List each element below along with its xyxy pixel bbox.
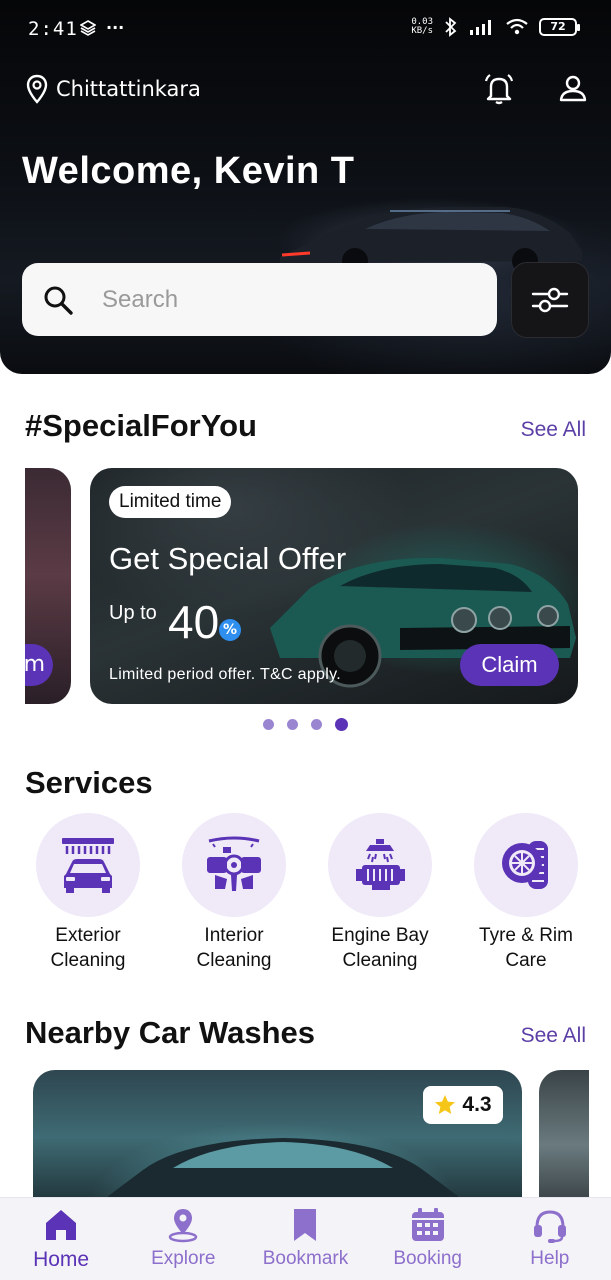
nav-explore[interactable]: Explore — [122, 1198, 244, 1270]
rating-badge: 4.3 — [423, 1086, 503, 1124]
service-icon-container — [36, 813, 140, 917]
status-bar: 2:41 ··· 0.03 KB/s 72 — [0, 0, 611, 60]
nav-label: Help — [530, 1248, 570, 1269]
offer-card-previous[interactable]: m — [25, 468, 71, 704]
nearby-section-title: Nearby Car Washes — [25, 1015, 316, 1050]
service-interior-cleaning[interactable]: Interior Cleaning — [168, 813, 300, 973]
service-icon-container — [182, 813, 286, 917]
interior-cleaning-icon — [207, 836, 261, 891]
welcome-heading: Welcome, Kevin T — [22, 150, 355, 192]
percent-badge-icon: % — [219, 619, 241, 641]
carousel-dot[interactable] — [311, 719, 322, 730]
service-label: Engine Bay Cleaning — [331, 925, 429, 971]
nav-home[interactable]: Home — [0, 1198, 122, 1272]
nearby-see-all-link[interactable]: See All — [521, 1024, 586, 1048]
status-system-icons: 0.03 KB/s 72 — [411, 17, 580, 37]
net-speed: 0.03 KB/s — [411, 18, 433, 36]
star-icon — [435, 1095, 456, 1114]
wifi-icon — [506, 18, 528, 35]
headset-icon — [533, 1210, 566, 1243]
hero-header: 2:41 ··· 0.03 KB/s 72 Chittattinkara Wel… — [0, 0, 611, 374]
search-icon — [44, 286, 73, 315]
service-exterior-cleaning[interactable]: Exterior Cleaning — [22, 813, 154, 973]
service-icon-container — [328, 813, 432, 917]
services-section-title: Services — [25, 765, 153, 800]
location-pin-icon — [26, 74, 48, 104]
special-section-title: #SpecialForYou — [25, 408, 257, 443]
limited-time-badge: Limited time — [109, 486, 232, 518]
explore-location-icon — [169, 1209, 198, 1243]
service-label: Exterior Cleaning — [50, 925, 126, 971]
services-list: Exterior Cleaning Interior Cleaning Engi… — [22, 813, 592, 973]
more-icon: ··· — [106, 18, 125, 37]
calendar-icon — [411, 1208, 444, 1241]
special-see-all-link[interactable]: See All — [521, 418, 586, 442]
nav-help[interactable]: Help — [489, 1198, 611, 1270]
offer-card[interactable]: Limited time Get Special Offer Up to 40 … — [90, 468, 578, 704]
nav-label: Explore — [151, 1248, 216, 1269]
nav-bookmark[interactable]: Bookmark — [244, 1198, 366, 1270]
bottom-navigation: Home Explore Bookmark Booking Help — [0, 1197, 611, 1280]
search-bar[interactable] — [22, 263, 497, 336]
status-time: 2:41 — [28, 18, 78, 40]
offer-title: Get Special Offer — [109, 541, 347, 576]
exterior-wash-icon — [62, 838, 114, 893]
service-engine-bay-cleaning[interactable]: Engine Bay Cleaning — [314, 813, 446, 973]
signal-icon — [470, 20, 491, 35]
claim-button[interactable]: Claim — [460, 644, 559, 686]
location-name: Chittattinkara — [56, 77, 201, 101]
service-tyre-rim-care[interactable]: Tyre & Rim Care — [460, 813, 592, 973]
service-label: Tyre & Rim Care — [479, 925, 573, 971]
tyre-rim-icon — [502, 841, 548, 889]
offer-percent-value: 40 — [168, 596, 220, 648]
net-speed-unit: KB/s — [411, 26, 433, 36]
layers-icon — [80, 19, 96, 36]
nav-label: Home — [33, 1248, 90, 1271]
status-notification-icons: ··· — [80, 18, 124, 37]
carousel-dot-active[interactable] — [335, 718, 348, 731]
filter-button[interactable] — [511, 262, 589, 338]
claim-button-peek[interactable]: m — [25, 644, 53, 686]
offer-terms-note: Limited period offer. T&C apply. — [109, 666, 341, 683]
carousel-dot[interactable] — [263, 719, 274, 730]
engine-cleaning-icon — [356, 839, 405, 890]
carousel-dot[interactable] — [287, 719, 298, 730]
service-label: Interior Cleaning — [196, 925, 272, 971]
nav-label: Bookmark — [262, 1248, 349, 1269]
notification-bell-icon[interactable] — [482, 72, 516, 106]
location-selector[interactable]: Chittattinkara — [26, 74, 201, 104]
filter-sliders-icon — [531, 287, 569, 313]
nav-booking[interactable]: Booking — [367, 1198, 489, 1270]
carousel-dots — [263, 718, 348, 731]
bookmark-icon — [294, 1209, 317, 1241]
rating-value: 4.3 — [462, 1093, 492, 1116]
service-icon-container — [474, 813, 578, 917]
offer-up-to-label: Up to — [109, 602, 157, 624]
bluetooth-icon — [445, 17, 457, 37]
battery-indicator: 72 — [539, 18, 580, 36]
home-icon — [46, 1210, 77, 1240]
search-input[interactable] — [102, 285, 462, 314]
nav-label: Booking — [393, 1248, 462, 1269]
profile-icon[interactable] — [556, 72, 590, 106]
